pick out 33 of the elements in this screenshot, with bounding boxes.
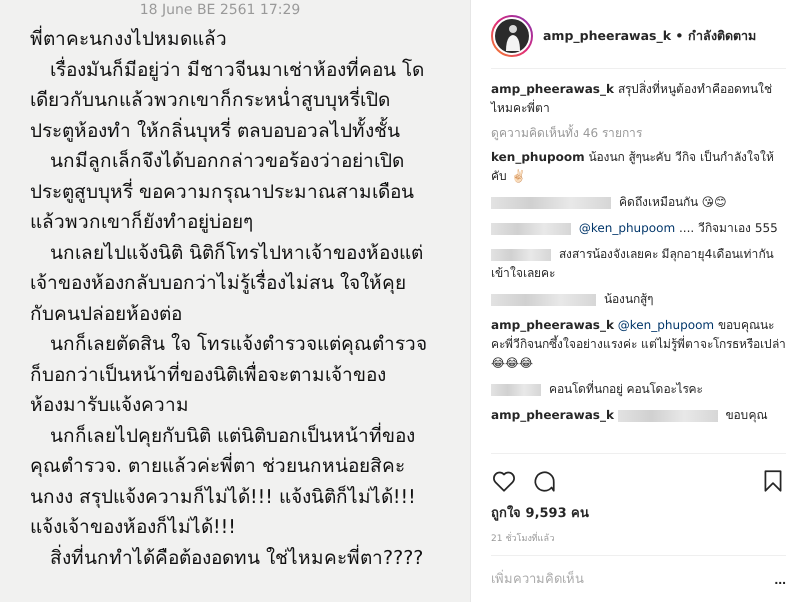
note-line: นกก็เลยตัดสิน ใจ โทรแจ้งตำรวจแต่คุณตำรวจ [49, 331, 428, 357]
note-line: ประตูสูบบุหรี่ ขอความกรุณาประมาณสามเดือน [30, 178, 414, 205]
note-line: สิ่งที่นกทำได้คือต้องอดทน ใช่ไหมคะพี่ตา???? [49, 544, 424, 570]
post-header-text[interactable]: amp_pheerawas_k • กำลังติดตาม [543, 26, 756, 46]
note-line: แจ้งเจ้าของห้องก็ไม่ได้!!! [30, 514, 236, 540]
note-line: เรื่องมันก็มีอยู่ว่า มีชาวจีนมาเช่าห้องที่คอน โด [49, 56, 424, 83]
note-line: นกงง สรุปแจ้งความก็ไม่ได้!!! แจ้งนิติก็ไม่ได้!!! [30, 484, 416, 510]
comment-text: ken_phupoom น้องนก สู้ๆนะคับ วีกิจ เป็นกำลังใจให้คับ ✌🏻 [491, 148, 775, 185]
comment-text: สงสารน้องจังเลยคะ มีลุกอายุ4เดือนเท่ากัน เข้าใจเลยคะ [491, 246, 774, 282]
note-line: คุณตำรวจ. ตายแล้วค่ะพี่ตา ช่วยนกหน่อยสิคะ [30, 451, 406, 482]
note-line: เจ้าของห้องกลับบอกว่าไม่รู้เรื่องไม่สน ใจให้คุย [30, 268, 406, 298]
note-line: พี่ตาคะนกงงไปหมดแล้ว [30, 24, 227, 54]
more-button[interactable]: ... [774, 571, 786, 587]
likes-count: ถูกใจ 9,593 คน [491, 504, 590, 523]
note-line: แล้วพวกเขาก็ยังทำอยู่บ่อยๆ [30, 209, 253, 235]
note-line: ประตูห้องทำ ให้กลิ่นบุหรี่ ตลบอบอวลไปทั้งชั้น [30, 116, 400, 146]
note-line: ก็บอกว่าเป็นหน้าที่ของนิติเพื่อจะตามเจ้าของ [30, 360, 386, 388]
comment-text: น้องนกสู้ๆ [491, 289, 786, 310]
note-line: กับคนปล่อยห้องต่อ [30, 302, 182, 326]
comment-text: คอนโดที่นกอยู่ คอนโดอะไรคะ [491, 379, 786, 400]
note-line: นกเลยไปแจ้งนิติ นิติก็โทรไปหาเจ้าของห้องแต่ [49, 240, 424, 266]
post-time: 21 ชั่วโมงที่แล้ว [491, 531, 786, 545]
note-date: 18 June BE 2561 17:29 [140, 2, 300, 18]
comment-text: คิดถึงเหมือนกัน 😘😊 [491, 192, 786, 213]
caption-text: amp_pheerawas_k สรุปสิ่งที่หนูต้องทำคืออดทนใช่ไหมคะพี่ตา [491, 80, 773, 117]
comment-text: amp_pheerawas_k ขอบคุณ [491, 407, 769, 424]
note-line: นกก็เลยไปคุยกับนิติ แต่นิติบอกเป็นหน้าที่ของ [49, 422, 416, 449]
note-line: ห้องมารับแจ้งความ [30, 393, 189, 418]
comment-text: amp_pheerawas_k @ken_phupoom ขอบคุณนะคะพี่วีกิจนกซึ้งใจอย่างแรงค่ะ แต่ไม่รู้พี่ตาจะโกรธหรือเปล่า😂😂😂 [491, 317, 786, 372]
note-line: เดียวกับนกแล้วพวกเขาก็กระหน่ำสูบบุหรี่เปิด [30, 85, 390, 116]
comment-text: @ken_phupoom .... วีกิจมาเอง 555 [491, 218, 786, 239]
avatar-icon[interactable] [491, 15, 533, 57]
note-line: นกมีลูกเล็กจึงได้บอกกล่าวขอร้องว่าอย่าเปิด [49, 148, 404, 174]
